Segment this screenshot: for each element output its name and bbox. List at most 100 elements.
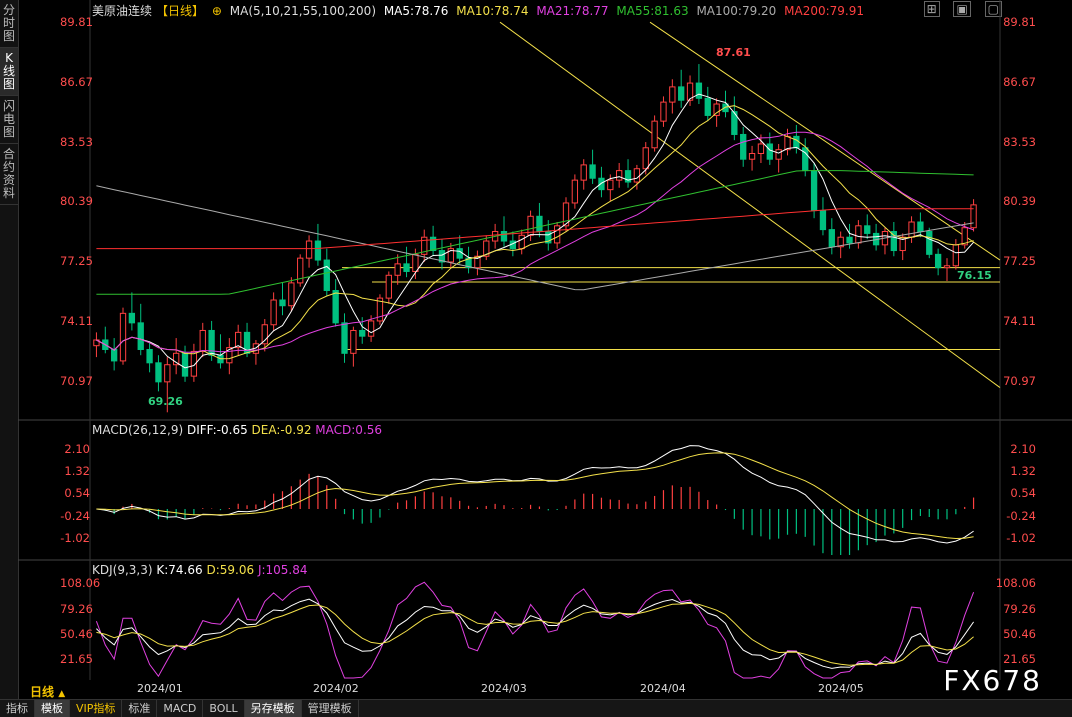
kdj-header: KDJ(9,3,3) K:74.66 D:59.06 J:105.84 <box>92 563 308 577</box>
macd-diff-line <box>96 445 974 544</box>
candle-body <box>119 312 127 362</box>
candle-body <box>651 120 658 149</box>
candle-body <box>279 299 286 307</box>
macd-dea-line <box>96 452 974 540</box>
triangle-up-icon: ▲ <box>58 689 66 699</box>
macd-tick-right: -0.24 <box>1006 508 1036 523</box>
candle-body <box>137 322 144 350</box>
candle-body <box>571 179 579 204</box>
macd-diff: DIFF:-0.65 <box>186 423 248 437</box>
price-tick-right: 86.67 <box>1003 74 1036 89</box>
candle-body <box>518 234 525 250</box>
candle-body <box>589 164 596 179</box>
candle-body <box>367 320 375 337</box>
high-annotation: 87.61 <box>716 46 751 59</box>
tab-save-template[interactable]: 另存模板 <box>244 700 302 717</box>
candle-body <box>864 225 871 234</box>
candle-body <box>332 290 339 324</box>
candle-body <box>456 248 463 259</box>
price-tick-left: 74.11 <box>60 313 93 328</box>
kdj-tick-left: 79.26 <box>60 601 93 616</box>
kdj-tick-left: 21.65 <box>60 652 93 667</box>
watermark-logo: FX678 <box>943 664 1042 697</box>
candle-body <box>500 231 508 242</box>
price-tick-left: 77.25 <box>60 254 93 268</box>
bottom-toolbar: 指标 模板 VIP指标 标准 MACD BOLL 另存模板 管理模板 <box>0 699 1072 717</box>
candle-body <box>128 312 136 324</box>
tab-indicators[interactable]: 指标 <box>0 700 35 717</box>
macd-header: MACD(26,12,9) DIFF:-0.65 DEA:-0.92 MACD:… <box>92 423 382 437</box>
candle-body <box>926 231 933 255</box>
kdj-tick-right: 50.46 <box>1003 626 1036 641</box>
candle-body <box>607 179 614 191</box>
low-annotation-2: 76.15 <box>957 269 992 282</box>
candle-body <box>580 164 587 181</box>
candle-body <box>828 229 835 248</box>
price-tick-right: 77.25 <box>1003 254 1036 268</box>
kdj-k: K:74.66 <box>156 563 203 577</box>
candle-body <box>403 263 410 272</box>
tab-templates[interactable]: 模板 <box>35 700 70 717</box>
period-selector[interactable]: 日线 ▲ <box>30 683 65 700</box>
candle-body <box>943 265 951 269</box>
tab-standard[interactable]: 标准 <box>122 700 158 717</box>
price-tick-left: 86.67 <box>60 74 93 89</box>
macd-tick-left: 1.32 <box>64 464 90 479</box>
candle-body <box>270 299 277 326</box>
candle-body <box>908 221 915 238</box>
date-label-jan: 2024/01 <box>137 682 183 695</box>
price-tick-right: 74.11 <box>1003 313 1036 328</box>
kdj-tick-left: 50.46 <box>60 626 93 641</box>
price-tick-right: 70.97 <box>1003 373 1036 388</box>
candle-body <box>819 210 827 231</box>
macd-tick-right: 0.54 <box>1010 486 1036 501</box>
kdj-j: J:105.84 <box>257 563 308 577</box>
candle-body <box>748 152 756 160</box>
candle-body <box>110 348 118 362</box>
candle-body <box>678 86 685 101</box>
candle-body <box>846 236 853 244</box>
macd-params: MACD(26,12,9) <box>92 423 184 437</box>
candle-body <box>146 348 153 364</box>
candle-body <box>181 352 189 377</box>
macd-tick-left: 2.10 <box>64 441 90 456</box>
kdj-tick-right: 108.06 <box>995 576 1036 591</box>
tab-boll[interactable]: BOLL <box>203 700 245 717</box>
date-label-may: 2024/05 <box>818 682 864 695</box>
candle-body <box>660 101 667 122</box>
period-selector-label: 日线 <box>30 685 55 699</box>
tab-manage-template[interactable]: 管理模板 <box>302 700 359 717</box>
candle-body <box>713 103 720 116</box>
candle-body <box>598 177 605 191</box>
candle-body <box>784 135 791 151</box>
price-tick-right: 89.81 <box>1003 15 1036 29</box>
candle-body <box>855 225 862 244</box>
candle-body <box>359 329 366 337</box>
candle-body <box>394 263 401 276</box>
candle-body <box>757 143 765 154</box>
price-tick-left: 80.39 <box>60 194 93 209</box>
date-label-apr: 2024/04 <box>640 682 686 695</box>
kdj-d-line <box>96 602 974 666</box>
kdj-params: KDJ(9,3,3) <box>92 563 153 577</box>
tab-macd[interactable]: MACD <box>157 700 204 717</box>
chart-canvas[interactable] <box>0 0 1072 700</box>
candle-body <box>810 170 818 212</box>
date-label-mar: 2024/03 <box>481 682 527 695</box>
kdj-d: D:59.06 <box>206 563 255 577</box>
candle-body <box>350 329 357 354</box>
candle-body <box>155 362 162 383</box>
price-tick-left: 89.81 <box>60 15 93 29</box>
candle-body <box>385 274 392 299</box>
macd-tick-right: 2.10 <box>1010 441 1036 456</box>
candle-body <box>740 133 747 160</box>
macd-tick-left: -1.02 <box>60 531 90 546</box>
price-tick-right: 83.53 <box>1003 134 1036 149</box>
candle-body <box>616 170 623 181</box>
candle-body <box>305 240 313 259</box>
candle-body <box>314 240 322 261</box>
tab-vip-indicators[interactable]: VIP指标 <box>70 700 123 717</box>
candle-body <box>917 221 924 233</box>
candle-body <box>164 364 171 383</box>
kdj-tick-right: 79.26 <box>1003 601 1036 616</box>
